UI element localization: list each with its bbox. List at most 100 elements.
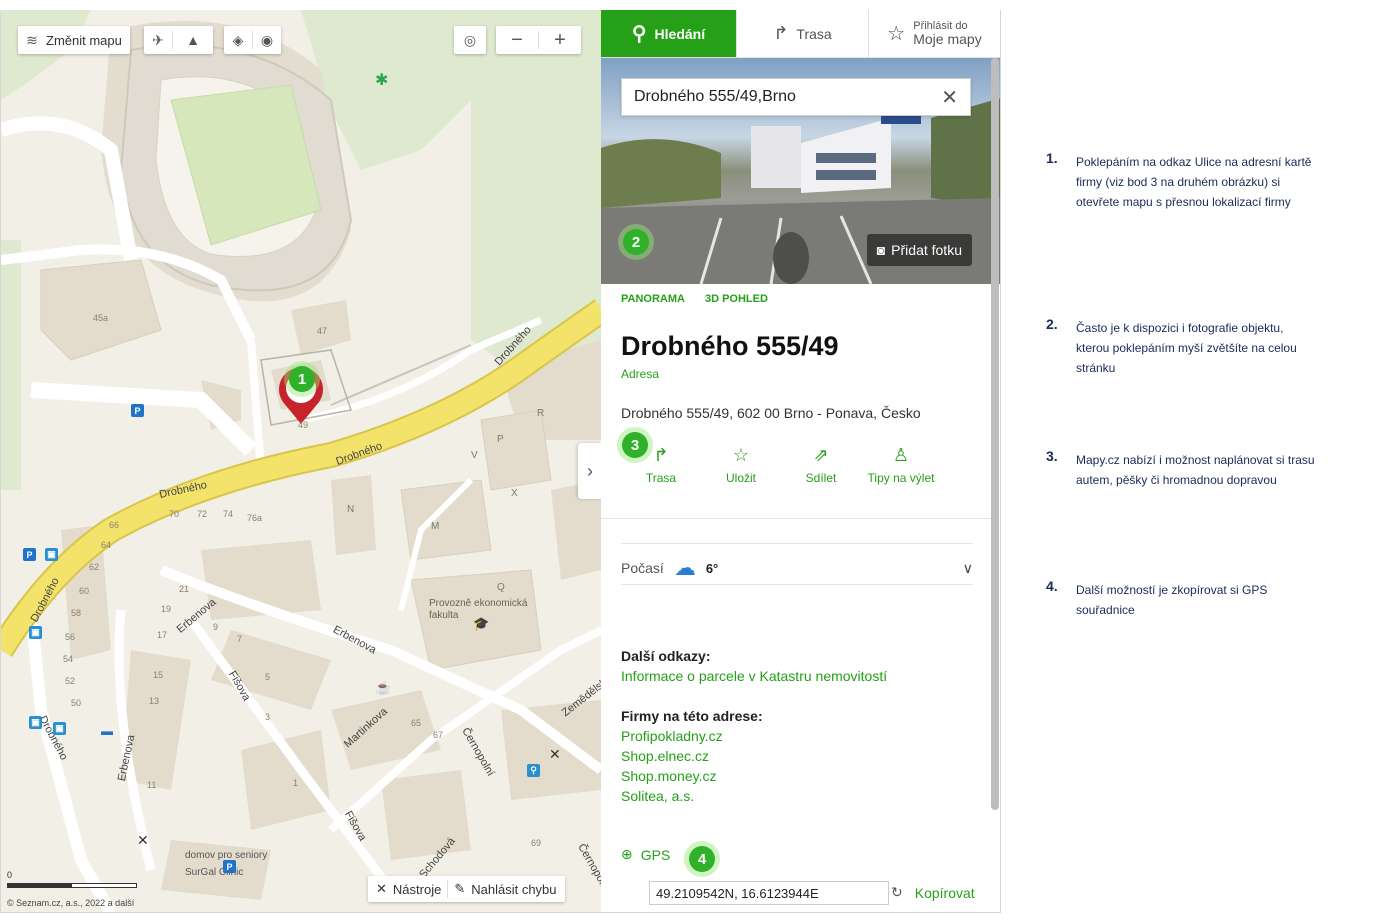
eye-icon[interactable]: ◉ bbox=[253, 26, 281, 54]
instruction-item: 2. Často je k dispozici i fotografie obj… bbox=[1046, 316, 1326, 386]
instruction-text: Poklepáním na odkaz Ulice na adresní kar… bbox=[1076, 155, 1312, 209]
instruction-text: Často je k dispozici i fotografie objekt… bbox=[1076, 321, 1297, 375]
hotel-icon[interactable]: ▬ bbox=[101, 724, 113, 738]
report-error-button[interactable]: Nahlásit chybu bbox=[471, 882, 556, 897]
tag-panorama[interactable]: PANORAMA bbox=[621, 293, 685, 305]
cube-3d-icon[interactable]: ◈ bbox=[224, 26, 252, 54]
building-number: 64 bbox=[101, 540, 112, 550]
zoom-out-icon[interactable]: − bbox=[496, 26, 538, 54]
panel-scrollbar[interactable] bbox=[991, 58, 999, 810]
building-number: 60 bbox=[79, 586, 90, 596]
trip-tips-action[interactable]: ♙ Tipy na výlet bbox=[861, 440, 941, 486]
block-letter: Q bbox=[497, 582, 505, 593]
tram-stop-icon[interactable]: ▣ bbox=[53, 722, 66, 735]
scale-bar bbox=[7, 883, 137, 888]
tram-stop-icon[interactable]: ▣ bbox=[45, 548, 58, 561]
place-photo[interactable]: Drobného 555/49,Brno ✕ 2 ◙ Přidat fotku bbox=[601, 58, 1000, 284]
weather-temperature: 6° bbox=[705, 560, 719, 576]
clear-icon[interactable]: ✕ bbox=[941, 85, 958, 110]
firm-link[interactable]: Solitea, a.s. bbox=[621, 788, 694, 804]
firm-link[interactable]: Shop.money.cz bbox=[621, 768, 716, 784]
login-small-label: Přihlásit do bbox=[913, 19, 968, 32]
zoom-in-icon[interactable]: + bbox=[539, 26, 581, 54]
airplane-icon[interactable]: ✈ bbox=[144, 26, 172, 54]
parking-icon[interactable]: P bbox=[23, 548, 36, 561]
chevron-right-icon: › bbox=[587, 460, 593, 481]
instruction-item: 1. Poklepáním na odkaz Ulice na adresní … bbox=[1046, 150, 1326, 240]
gps-row[interactable]: ⊕ GPS bbox=[621, 846, 670, 863]
tab-route-label: Trasa bbox=[796, 25, 832, 42]
building-number: 45a bbox=[93, 313, 109, 323]
photo-step-marker: 2 bbox=[623, 229, 649, 255]
tram-stop-icon[interactable]: ▣ bbox=[29, 626, 42, 639]
building-number: 21 bbox=[179, 584, 190, 594]
building-number: 62 bbox=[89, 562, 100, 572]
building-number: 70 bbox=[169, 509, 180, 519]
block-letter: P bbox=[497, 434, 504, 445]
terrain-icon[interactable]: ▲ bbox=[173, 26, 213, 54]
building-number: 1 bbox=[293, 778, 299, 788]
tools-button[interactable]: Nástroje bbox=[393, 882, 441, 897]
tag-3d-view[interactable]: 3D POHLED bbox=[705, 293, 768, 305]
building-number: 54 bbox=[63, 654, 74, 664]
instruction-number: 1. bbox=[1046, 150, 1058, 166]
copyright[interactable]: © Seznam.cz, a.s., 2022 a další bbox=[7, 898, 134, 908]
block-letter: N bbox=[347, 504, 355, 515]
locate-button[interactable]: ◎ bbox=[454, 26, 486, 54]
sport-icon[interactable]: ✱ bbox=[375, 70, 388, 90]
change-map-button[interactable]: ≋ Změnit mapu bbox=[18, 26, 130, 54]
add-photo-button[interactable]: ◙ Přidat fotku bbox=[866, 234, 972, 266]
tab-route[interactable]: ↱ Trasa bbox=[737, 10, 869, 57]
instruction-text: Mapy.cz nabízí i možnost naplánovat si t… bbox=[1076, 453, 1315, 487]
tab-search-label: Hledání bbox=[654, 25, 706, 42]
building-number: 19 bbox=[161, 604, 172, 614]
partly-cloudy-icon: ☁ bbox=[673, 555, 696, 580]
tools-icon: ✕ bbox=[376, 881, 387, 896]
map-layer-group: ✈ ▲ bbox=[144, 26, 213, 54]
save-action[interactable]: ☆ Uložit bbox=[701, 440, 781, 486]
copy-coordinates-button[interactable]: ↻ Kopírovat bbox=[891, 884, 975, 901]
zoom-group: − + bbox=[496, 26, 581, 54]
gps-coordinates-field[interactable]: 49.2109542N, 16.6123944E bbox=[649, 881, 889, 905]
building-number: 15 bbox=[153, 670, 164, 680]
building-number: 11 bbox=[147, 780, 157, 790]
screen: 1 Drobného Drobného Drobného Drobného Dr… bbox=[0, 0, 1392, 924]
block-letter: V bbox=[471, 450, 478, 461]
firm-link[interactable]: Profipokladny.cz bbox=[621, 728, 723, 744]
parking-icon[interactable]: P bbox=[223, 860, 236, 873]
parking-icon[interactable]: P bbox=[131, 404, 144, 417]
cadastre-link[interactable]: Informace o parcele v Katastru nemovitos… bbox=[621, 668, 887, 684]
refresh-icon[interactable]: ↻ bbox=[891, 884, 903, 901]
tools-poi-icon[interactable]: ✕ bbox=[137, 832, 149, 849]
building-number: 49 bbox=[298, 420, 309, 430]
weather-row[interactable]: Počasí ☁ 6° ∨ bbox=[621, 555, 973, 581]
place-actions: ↱ Trasa ☆ Uložit ⇗ Sdílet ♙ Tipy na výle… bbox=[621, 440, 951, 510]
firm-link[interactable]: Shop.elnec.cz bbox=[621, 748, 709, 764]
building-number: 52 bbox=[65, 676, 76, 686]
building-number: 76a bbox=[247, 513, 263, 523]
map-canvas[interactable]: 1 Drobného Drobného Drobného Drobného Dr… bbox=[0, 10, 601, 913]
block-letter: M bbox=[431, 521, 440, 532]
building-number: 13 bbox=[149, 696, 160, 706]
crosshair-icon: ⊕ bbox=[621, 846, 633, 862]
place-title: Drobného 555/49 bbox=[621, 331, 839, 361]
university-icon[interactable]: 🎓 bbox=[473, 616, 489, 632]
building-number: 67 bbox=[433, 730, 444, 740]
tram-stop-icon[interactable]: ▣ bbox=[29, 716, 42, 729]
collapse-panel-button[interactable]: › bbox=[578, 443, 601, 499]
instruction-item: 3. Mapy.cz nabízí i možnost naplánovat s… bbox=[1046, 448, 1326, 518]
cafe-icon[interactable]: ☕ bbox=[375, 680, 391, 696]
building-number: 5 bbox=[265, 672, 271, 682]
chevron-down-icon[interactable]: ∨ bbox=[963, 560, 973, 577]
share-action[interactable]: ⇗ Sdílet bbox=[781, 440, 861, 486]
route-icon: ↱ bbox=[653, 445, 669, 465]
tab-search[interactable]: ⚲ Hledání bbox=[601, 10, 737, 57]
tools-poi-icon[interactable]: ✕ bbox=[549, 746, 561, 763]
route-action[interactable]: ↱ Trasa bbox=[621, 440, 701, 486]
building-number: 74 bbox=[223, 509, 234, 519]
tab-my-maps[interactable]: ☆ Přihlásit do Moje mapy bbox=[869, 10, 1000, 57]
search-input[interactable]: Drobného 555/49,Brno ✕ bbox=[621, 78, 971, 116]
bike-icon[interactable]: ⚲ bbox=[527, 764, 540, 777]
block-letter: X bbox=[511, 488, 518, 499]
instruction-number: 3. bbox=[1046, 448, 1058, 464]
